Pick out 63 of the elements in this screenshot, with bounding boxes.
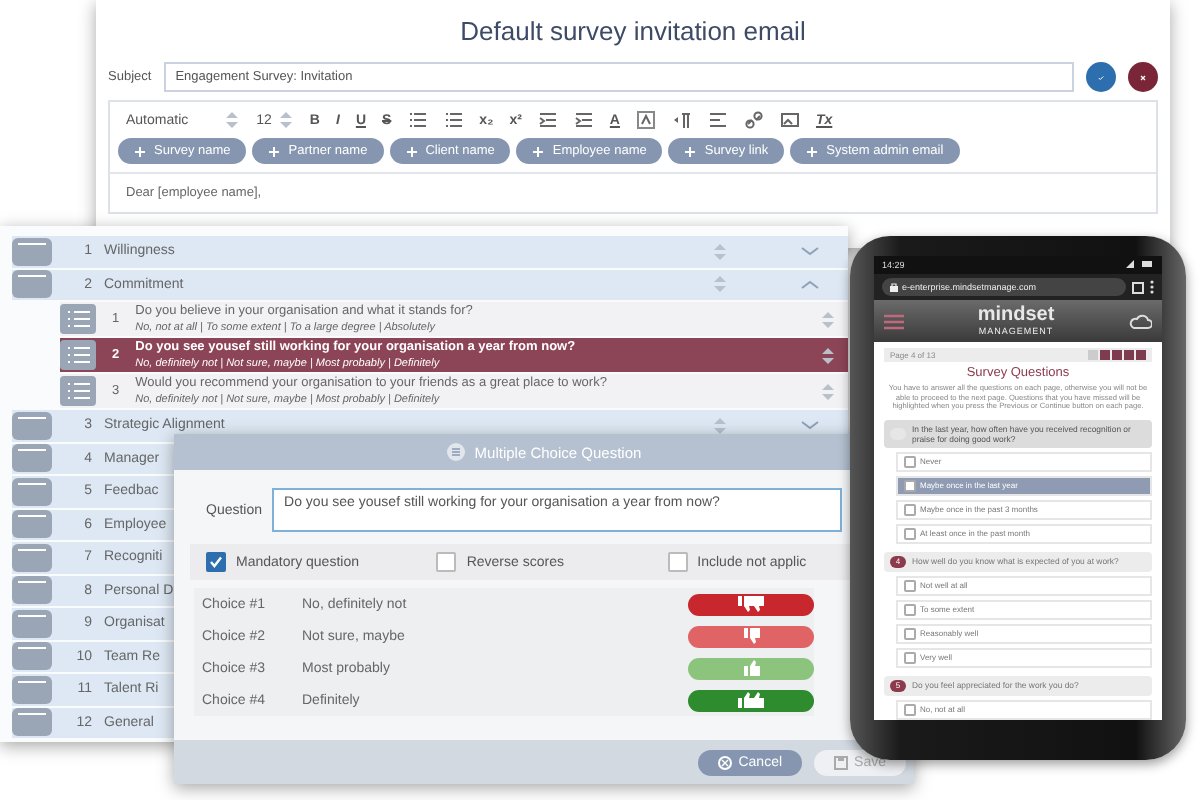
expand-icon[interactable]: [800, 246, 820, 257]
cancel-icon: [718, 755, 733, 769]
drag-handle-icon[interactable]: [12, 510, 52, 539]
drag-handle-icon[interactable]: [12, 270, 52, 299]
close-button[interactable]: [1128, 62, 1158, 92]
list-icon: [446, 442, 467, 462]
plus-icon: [806, 145, 819, 157]
collapse-icon[interactable]: [800, 279, 820, 290]
plus-icon: [684, 145, 697, 157]
link-icon[interactable]: [743, 110, 764, 130]
checkbox[interactable]: [206, 552, 226, 572]
plus-icon: [268, 145, 281, 157]
score-button[interactable]: [688, 625, 814, 647]
drag-handle-icon[interactable]: [12, 477, 52, 506]
drag-handle-icon[interactable]: [12, 609, 52, 638]
paragraph-icon[interactable]: [671, 110, 692, 130]
drag-handle-icon[interactable]: [12, 411, 52, 440]
list-icon[interactable]: [443, 110, 464, 130]
window-title: Default survey invitation email: [460, 16, 806, 46]
plus-icon: [405, 145, 418, 157]
lock-icon: [890, 282, 898, 292]
list-icon[interactable]: [60, 340, 96, 370]
reorder-icon[interactable]: [712, 415, 728, 436]
reorder-icon[interactable]: [820, 345, 836, 365]
logo-text: mindset: [977, 306, 1055, 326]
drag-handle-icon[interactable]: [12, 237, 52, 266]
drag-handle-icon[interactable]: [12, 642, 52, 671]
list-icon[interactable]: [407, 110, 428, 130]
reorder-icon[interactable]: [820, 381, 836, 401]
drag-handle-icon[interactable]: [12, 576, 52, 605]
thumbs-up-icon: [740, 658, 762, 678]
expand-icon[interactable]: [800, 420, 820, 431]
list-icon[interactable]: [60, 376, 96, 406]
plus-icon: [134, 145, 146, 157]
align-icon[interactable]: [707, 110, 728, 130]
image-icon[interactable]: [779, 110, 800, 130]
indent-icon[interactable]: [573, 110, 594, 130]
reorder-icon[interactable]: [820, 309, 836, 329]
drag-handle-icon[interactable]: [12, 444, 52, 473]
close-icon: [1140, 71, 1146, 83]
list-icon[interactable]: [60, 304, 96, 334]
confirm-button[interactable]: [1086, 62, 1116, 92]
drag-handle-icon[interactable]: [12, 543, 52, 572]
checkbox[interactable]: [667, 552, 688, 572]
score-button[interactable]: [688, 689, 814, 711]
drag-handle-icon[interactable]: [12, 675, 52, 704]
save-icon: [834, 755, 849, 769]
thumbs-down-icon: [740, 626, 762, 646]
score-button[interactable]: [688, 593, 814, 615]
battery-icon: [1126, 260, 1154, 268]
thumbs-up-icon: [737, 690, 765, 710]
checkbox[interactable]: [436, 552, 457, 572]
cloud-icon[interactable]: [1128, 313, 1152, 329]
spinner-icon: [224, 110, 241, 130]
plus-icon: [532, 145, 545, 157]
drag-handle-icon[interactable]: [12, 708, 52, 737]
check-icon: [208, 554, 224, 570]
tabs-icon[interactable]: [1132, 281, 1144, 293]
highlight-icon[interactable]: [635, 110, 656, 130]
spinner-icon: [277, 110, 294, 130]
thumbs-down-icon: [737, 594, 765, 614]
indent-icon[interactable]: [537, 110, 558, 130]
page-dots-icon: [1088, 350, 1146, 360]
